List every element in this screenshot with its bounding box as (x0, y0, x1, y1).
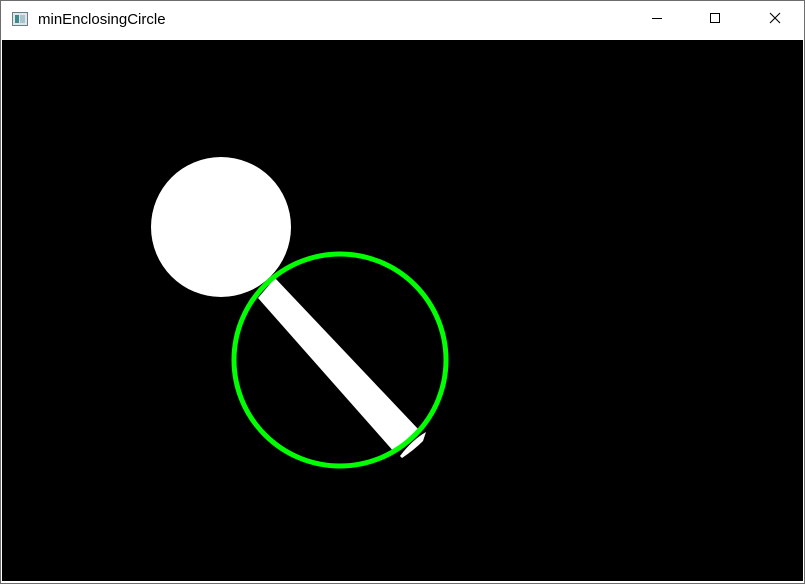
drawing-surface (151, 157, 449, 469)
minimize-icon (651, 11, 663, 29)
app-icon (12, 12, 28, 26)
maximize-icon (709, 11, 721, 29)
close-icon (769, 11, 781, 29)
close-button[interactable] (746, 1, 804, 39)
white-circle-shape (151, 157, 291, 297)
white-bar-shape (258, 278, 419, 453)
minimize-button[interactable] (628, 1, 686, 39)
image-canvas (2, 40, 803, 581)
window-title: minEnclosingCircle (38, 11, 166, 28)
title-bar[interactable]: minEnclosingCircle (1, 1, 804, 39)
maximize-button[interactable] (686, 1, 744, 39)
app-window: minEnclosingCircle (0, 0, 805, 584)
